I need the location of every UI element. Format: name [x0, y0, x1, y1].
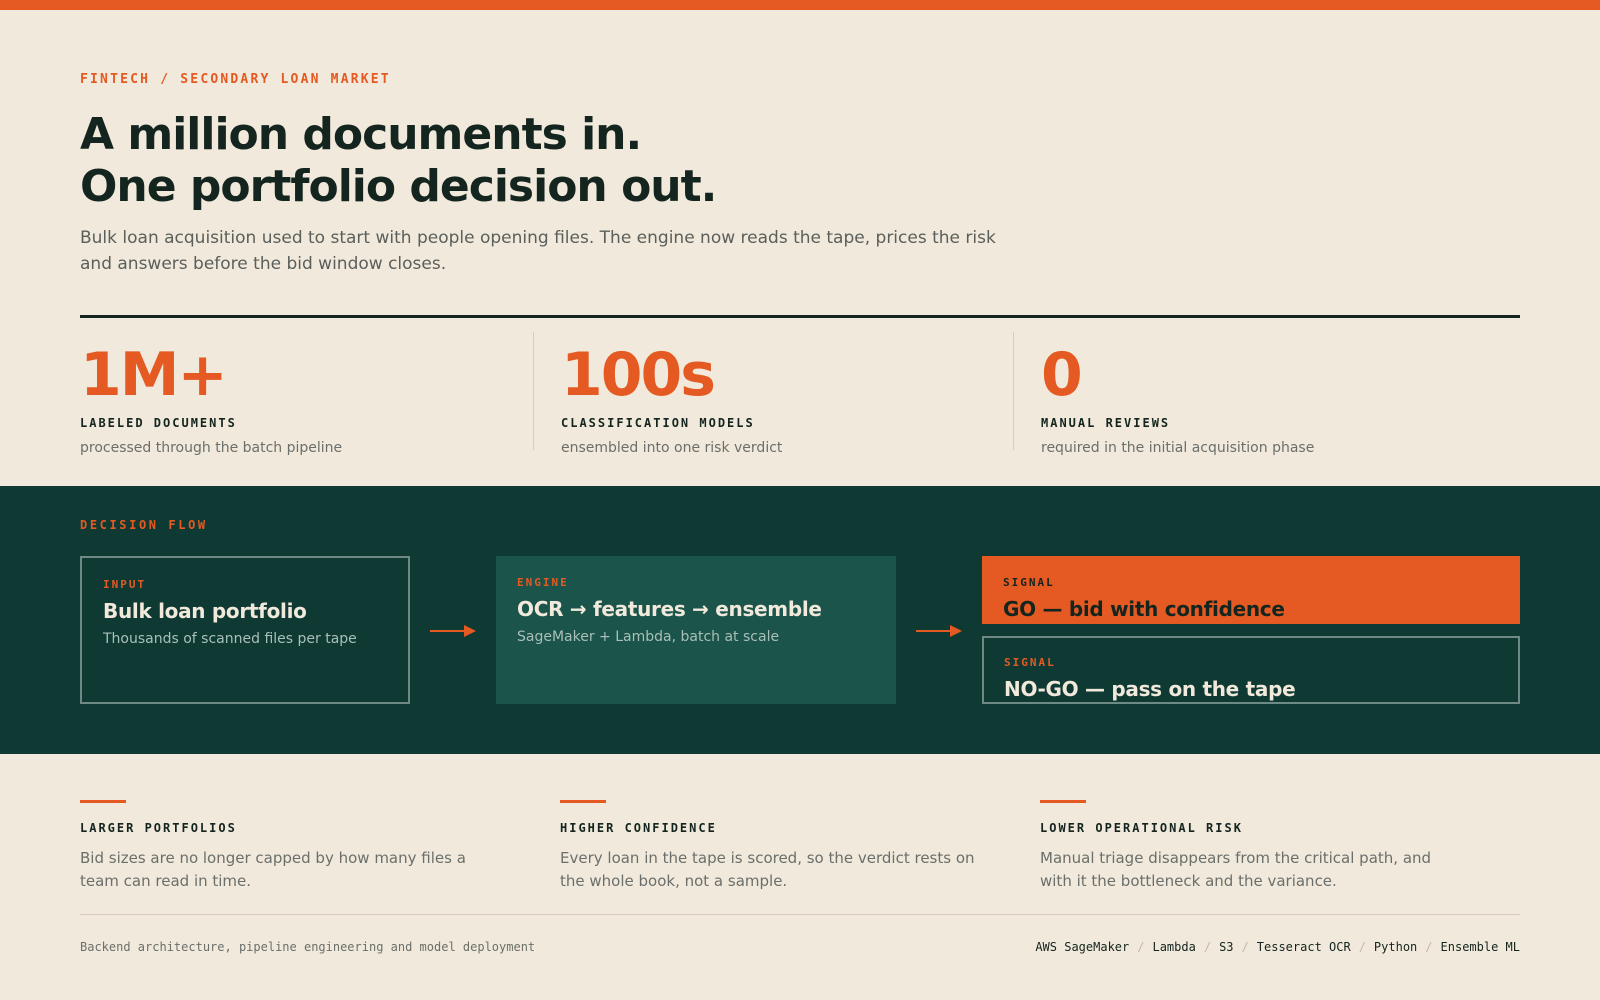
tech-item: AWS SageMaker: [1035, 940, 1130, 954]
tech-stack-list: AWS SageMaker / Lambda / S3 / Tesseract …: [1035, 940, 1520, 954]
decision-flow-panel: DECISION FLOW INPUT Bulk loan portfolio …: [0, 486, 1600, 754]
benefit-lower-risk: LOWER OPERATIONAL RISK Manual triage dis…: [1040, 800, 1520, 893]
stats-row: 1M+ LABELED DOCUMENTS processed through …: [80, 332, 1520, 456]
benefits-row: LARGER PORTFOLIOS Bid sizes are no longe…: [80, 800, 1520, 893]
flow-signal-nogo: SIGNAL NO-GO — pass on the tape: [982, 636, 1520, 704]
tech-separator: /: [1358, 940, 1366, 954]
stat-value: 1M+: [80, 340, 228, 410]
tech-item: Python: [1373, 940, 1418, 954]
box-tag: INPUT: [103, 578, 147, 591]
headline-line-2: One portfolio decision out.: [80, 161, 717, 212]
stat-description: required in the initial acquisition phas…: [1041, 440, 1315, 456]
top-accent-bar: [0, 0, 1600, 10]
stat-manual-reviews: 0 MANUAL REVIEWS required in the initial…: [1013, 332, 1520, 456]
tech-item: Lambda: [1152, 940, 1196, 954]
box-tag: SIGNAL: [1004, 656, 1056, 669]
benefit-text: Every loan in the tape is scored, so the…: [560, 849, 975, 890]
stat-label: MANUAL REVIEWS: [1041, 416, 1171, 430]
hero-eyebrow: FINTECH / SECONDARY LOAN MARKET: [80, 72, 391, 87]
box-subtitle: Thousands of scanned files per tape: [103, 631, 357, 647]
flow-engine-box: ENGINE OCR → features → ensemble SageMak…: [496, 556, 896, 704]
benefit-higher-confidence: HIGHER CONFIDENCE Every loan in the tape…: [560, 800, 1040, 893]
tech-item: Tesseract OCR: [1256, 940, 1351, 954]
benefit-accent-mark: [560, 800, 606, 803]
tech-separator: /: [1137, 940, 1145, 954]
benefit-title: LARGER PORTFOLIOS: [80, 821, 237, 835]
stats-divider: [80, 315, 1520, 318]
stat-description: processed through the batch pipeline: [80, 440, 343, 456]
stat-description: ensembled into one risk verdict: [561, 440, 783, 456]
box-title: NO-GO — pass on the tape: [1004, 677, 1296, 701]
flow-signal-go: SIGNAL GO — bid with confidence: [982, 556, 1520, 624]
box-subtitle: SageMaker + Lambda, batch at scale: [517, 629, 780, 645]
stat-label: LABELED DOCUMENTS: [80, 416, 237, 430]
headline-line-1: A million documents in.: [80, 109, 642, 160]
benefit-accent-mark: [80, 800, 126, 803]
tech-separator: /: [1425, 940, 1433, 954]
stat-documents: 1M+ LABELED DOCUMENTS processed through …: [80, 332, 533, 456]
benefit-text: Bid sizes are no longer capped by how ma…: [80, 849, 466, 890]
flow-input-box: INPUT Bulk loan portfolio Thousands of s…: [80, 556, 410, 704]
footer-credit: Backend architecture, pipeline engineeri…: [80, 940, 536, 954]
arrow-right-icon: [916, 624, 964, 638]
benefit-title: HIGHER CONFIDENCE: [560, 821, 717, 835]
tech-separator: /: [1203, 940, 1212, 954]
tech-separator: /: [1241, 940, 1249, 954]
benefit-text: Manual triage disappears from the critic…: [1040, 849, 1432, 890]
box-tag: ENGINE: [517, 576, 569, 589]
benefit-accent-mark: [1040, 800, 1086, 803]
benefit-larger-portfolios: LARGER PORTFOLIOS Bid sizes are no longe…: [80, 800, 560, 893]
tech-item: S3: [1219, 940, 1234, 954]
stat-label: CLASSIFICATION MODELS: [561, 416, 755, 430]
stat-models: 100s CLASSIFICATION MODELS ensembled int…: [533, 332, 1013, 456]
arrow-right-icon: [430, 624, 478, 638]
benefit-title: LOWER OPERATIONAL RISK: [1040, 821, 1243, 835]
stat-value: 0: [1041, 340, 1083, 410]
page-title: A million documents in. One portfolio de…: [80, 109, 1520, 213]
hero: FINTECH / SECONDARY LOAN MARKET A millio…: [80, 72, 1520, 277]
box-title: Bulk loan portfolio: [103, 599, 307, 623]
stat-value: 100s: [561, 340, 716, 410]
box-title: OCR → features → ensemble: [517, 597, 822, 621]
tech-item: Ensemble ML: [1440, 940, 1520, 954]
box-title: GO — bid with confidence: [1003, 597, 1285, 621]
hero-lede: Bulk loan acquisition used to start with…: [80, 228, 996, 274]
flow-eyebrow: DECISION FLOW: [80, 518, 208, 532]
footer-divider: [80, 914, 1520, 915]
box-tag: SIGNAL: [1003, 576, 1055, 589]
